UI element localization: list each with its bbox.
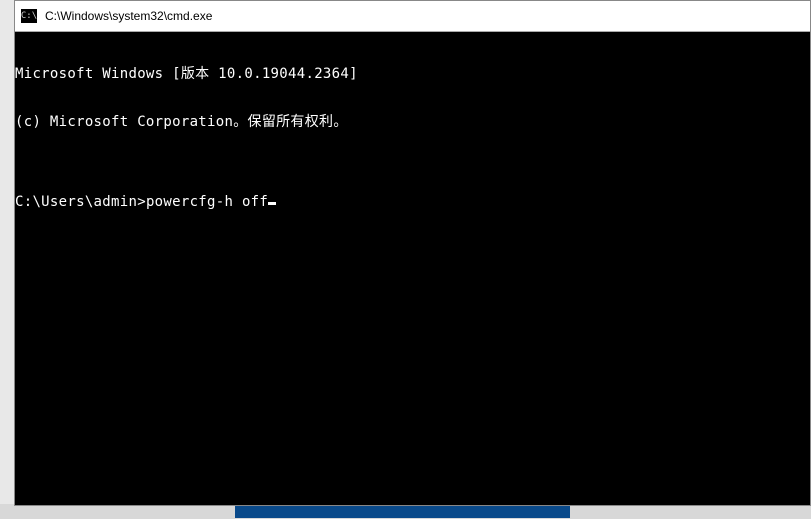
command-text[interactable]: powercfg-h off xyxy=(146,194,268,210)
title-bar[interactable]: C:\ C:\Windows\system32\cmd.exe xyxy=(15,1,810,32)
prompt-path: C:\Users\admin> xyxy=(15,194,146,210)
cursor-icon xyxy=(268,202,276,205)
cmd-window: C:\ C:\Windows\system32\cmd.exe Microsof… xyxy=(14,0,811,506)
terminal-header-line-2: (c) Microsoft Corporation。保留所有权利。 xyxy=(15,114,810,130)
window-title: C:\Windows\system32\cmd.exe xyxy=(45,9,212,23)
background-left-strip xyxy=(0,0,15,519)
terminal-header-line-1: Microsoft Windows [版本 10.0.19044.2364] xyxy=(15,66,810,82)
cmd-icon: C:\ xyxy=(21,9,37,23)
terminal-output[interactable]: Microsoft Windows [版本 10.0.19044.2364] (… xyxy=(15,32,810,505)
prompt-line: C:\Users\admin>powercfg-h off xyxy=(15,194,810,210)
